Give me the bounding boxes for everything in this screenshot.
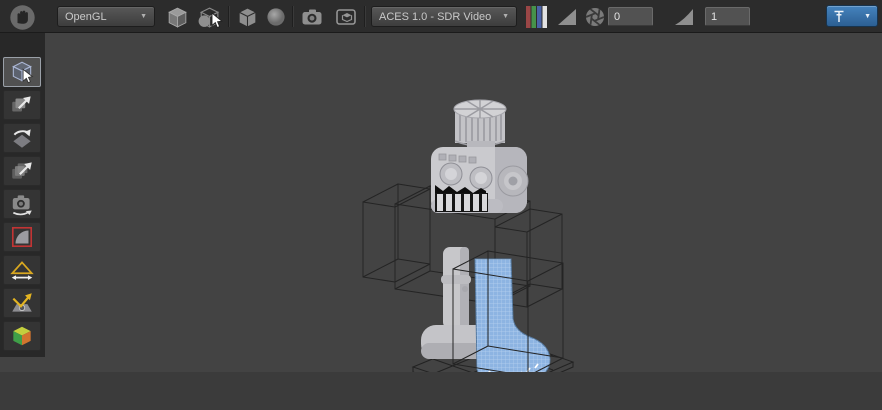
flat-cube-icon[interactable] [234,4,260,30]
head-knob [454,100,506,146]
renderer-dropdown[interactable]: OpenGL ▼ [57,6,155,27]
falloff-tool-button[interactable] [3,222,41,252]
shaded-cube-icon[interactable] [164,4,190,30]
head-ear [498,166,528,196]
exposure-field[interactable] [608,7,653,26]
advanced-viewport-icon[interactable] [333,4,359,30]
contrast-triangle-icon[interactable] [555,4,579,30]
gamma-field[interactable] [705,7,750,26]
rgba-channels-icon[interactable] [525,4,549,30]
toolbar-separator [364,6,365,27]
viewport-toolbar: OpenGL ▼ [0,0,882,33]
sphere-shading-icon[interactable] [263,4,289,30]
robot-model-3d[interactable] [345,79,585,399]
transform-items-tool-button[interactable] [3,156,41,186]
mouse-cursor [211,12,224,30]
chevron-down-icon: ▼ [132,13,147,20]
tool-sidebar [0,33,45,357]
tool-footer-bar: Select Standard ▼ [0,372,882,410]
application-window: OpenGL ▼ [0,0,882,410]
robot-head [431,141,528,213]
toolbar-separator [228,6,229,27]
head-teeth [435,193,488,212]
ray-snap-tool-button[interactable] [3,288,41,318]
3d-viewport[interactable] [45,34,882,372]
colorspace-dropdown[interactable]: ACES 1.0 - SDR Video ▼ [371,6,517,27]
renderer-dropdown-label: OpenGL [65,11,107,23]
rotate-item-tool-button[interactable] [3,123,41,153]
select-tool-button[interactable] [3,57,41,87]
selected-mesh-boot[interactable] [475,259,550,382]
pin-icon [833,10,845,23]
colorspace-dropdown-label: ACES 1.0 - SDR Video [379,11,491,23]
gamma-curve-icon[interactable] [672,4,696,30]
camera-icon[interactable] [299,4,325,30]
pin-dropdown-button[interactable]: ▼ [826,5,878,27]
chevron-down-icon: ▼ [494,13,509,20]
texture-cube-tool-button[interactable] [3,321,41,351]
pan-hand-icon[interactable] [8,3,36,31]
orbit-camera-tool-button[interactable] [3,189,41,219]
toolbar-separator [292,6,293,27]
aperture-icon[interactable] [583,4,607,30]
cone-widget-tool-button[interactable] [3,255,41,285]
move-items-tool-button[interactable] [3,90,41,120]
chevron-down-icon: ▼ [864,13,871,20]
